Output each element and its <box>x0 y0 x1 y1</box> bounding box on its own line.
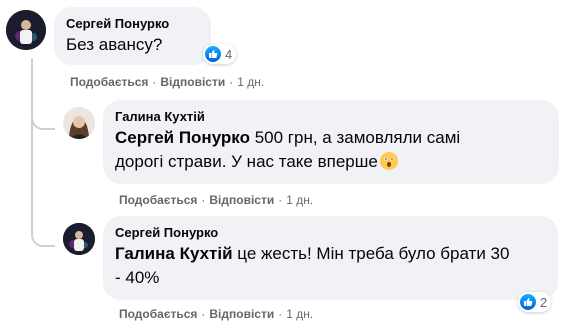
thread-line <box>31 120 55 247</box>
like-reaction-icon <box>520 294 536 310</box>
mention-link[interactable]: Галина Кухтій <box>115 244 233 263</box>
comment-bubble: Сергей Понурко Галина Кухтій це жесть! М… <box>103 216 558 300</box>
separator: · <box>229 75 234 89</box>
comment-actions: Подобається · Відповісти · 1 дн. <box>119 192 313 208</box>
comment-text-line2: - 40% <box>115 268 160 287</box>
comment-text-line1: це жесть! Мін треба було брати 30 <box>232 244 510 263</box>
comment-actions: Подобається · Відповісти · 1 дн. <box>70 74 264 90</box>
like-button[interactable]: Подобається <box>119 307 197 321</box>
separator: · <box>201 193 206 207</box>
comment-author[interactable]: Сергей Понурко <box>115 224 546 242</box>
comment-text: Галина Кухтій це жесть! Мін треба було б… <box>115 242 546 290</box>
comment-text-line2: дорогі страви. У нас таке вперше <box>115 152 378 171</box>
separator: · <box>278 193 283 207</box>
mention-link[interactable]: Сергей Понурко <box>115 128 250 147</box>
comment-actions: Подобається · Відповісти · 1 дн. <box>119 306 313 322</box>
timestamp[interactable]: 1 дн. <box>286 193 313 207</box>
like-reaction-icon <box>205 46 221 62</box>
like-button[interactable]: Подобається <box>119 193 197 207</box>
reply-button[interactable]: Відповісти <box>209 307 274 321</box>
reaction-count-value: 2 <box>540 294 548 310</box>
reaction-count-value: 4 <box>225 46 233 62</box>
avatar[interactable] <box>63 223 95 255</box>
reply-button[interactable]: Відповісти <box>160 75 225 89</box>
comment-text-line1: 500 грн, а замовляли самі <box>249 128 461 147</box>
comment-bubble: Галина Кухтій Сергей Понурко 500 грн, а … <box>103 100 559 184</box>
separator: · <box>152 75 157 89</box>
separator: · <box>278 307 283 321</box>
like-button[interactable]: Подобається <box>70 75 148 89</box>
astonished-emoji-icon <box>379 152 398 170</box>
comment-bubble: Сергей Понурко Без авансу? <box>54 7 211 65</box>
avatar[interactable] <box>63 107 95 139</box>
timestamp[interactable]: 1 дн. <box>286 307 313 321</box>
separator: · <box>201 307 206 321</box>
reaction-count[interactable]: 4 <box>203 44 237 64</box>
avatar[interactable] <box>6 10 46 50</box>
comment-author[interactable]: Галина Кухтій <box>115 108 547 126</box>
reply-button[interactable]: Відповісти <box>209 193 274 207</box>
reaction-count[interactable]: 2 <box>518 292 552 312</box>
comment-text: Сергей Понурко 500 грн, а замовляли самі… <box>115 126 547 174</box>
comment-author[interactable]: Сергей Понурко <box>66 15 199 33</box>
timestamp[interactable]: 1 дн. <box>237 75 264 89</box>
comment-text: Без авансу? <box>66 35 163 54</box>
